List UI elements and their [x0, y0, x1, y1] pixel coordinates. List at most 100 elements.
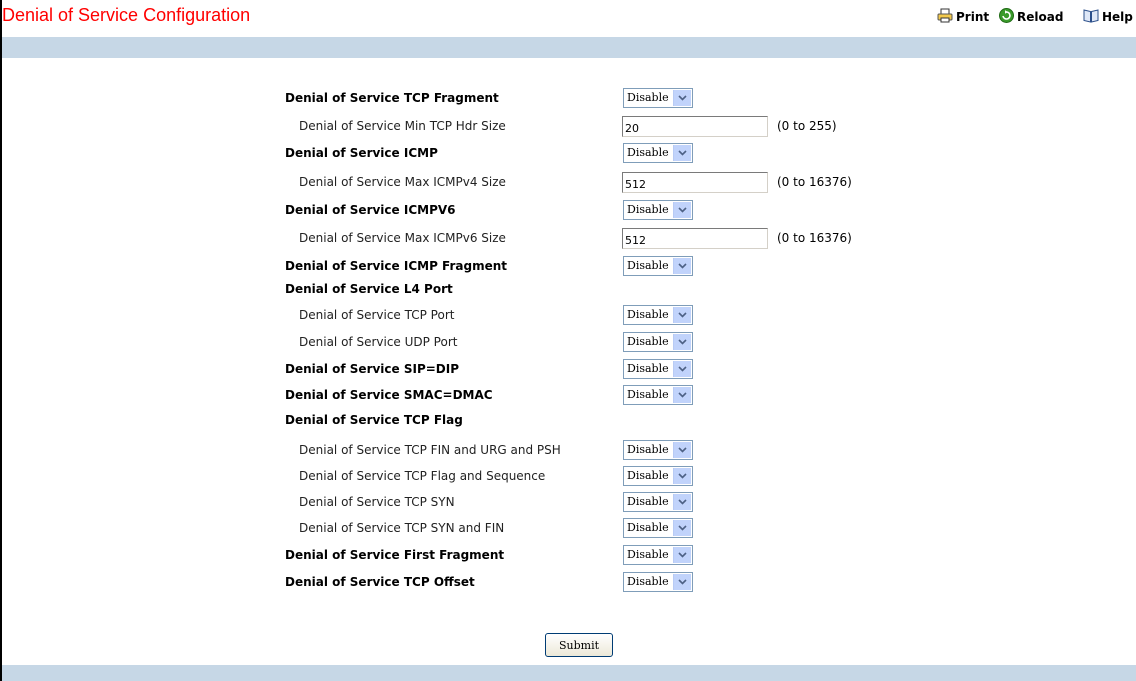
select-value: Disable [627, 575, 669, 588]
field-label: Denial of Service TCP Flag and Sequence [299, 469, 546, 483]
field-label: Denial of Service UDP Port [299, 335, 458, 349]
form-row: Denial of Service TCP Offset Disable [2, 570, 1136, 596]
chevron-down-icon[interactable] [672, 442, 691, 458]
field-label: Denial of Service ICMP Fragment [285, 259, 507, 273]
page-frame: Denial of Service Configuration Print Re… [0, 0, 1136, 681]
chevron-down-icon[interactable] [672, 202, 691, 218]
field-label: Denial of Service Min TCP Hdr Size [299, 119, 506, 133]
form-row: Denial of Service Max ICMPv4 Size (0 to 1… [2, 170, 1136, 196]
mode-select[interactable]: Disable [623, 200, 693, 220]
submit-button[interactable]: Submit [545, 633, 613, 657]
mode-select[interactable]: Disable [623, 572, 693, 592]
chevron-down-icon[interactable] [672, 307, 691, 323]
chevron-down-icon[interactable] [672, 258, 691, 274]
range-hint: (0 to 16376) [777, 231, 852, 245]
help-button[interactable]: Help [1083, 8, 1133, 26]
help-label: Help [1102, 10, 1133, 24]
form-row: Denial of Service L4 Port [2, 277, 1136, 303]
mode-select[interactable]: Disable [623, 359, 693, 379]
form-row: Denial of Service SIP=DIP Disable [2, 357, 1136, 383]
field-label: Denial of Service TCP FIN and URG and PS… [299, 443, 561, 457]
top-divider-bar [2, 37, 1136, 58]
field-label: Denial of Service TCP Flag [285, 413, 463, 427]
mode-select[interactable]: Disable [623, 545, 693, 565]
size-input[interactable] [622, 228, 768, 249]
form-row: Denial of Service ICMP Disable [2, 141, 1136, 167]
form-row: Denial of Service TCP Fragment Disable [2, 86, 1136, 112]
chevron-down-icon[interactable] [672, 494, 691, 510]
reload-label: Reload [1017, 10, 1064, 24]
chevron-down-icon[interactable] [672, 90, 691, 106]
form-row: Denial of Service TCP Port Disable [2, 303, 1136, 329]
select-value: Disable [627, 521, 669, 534]
mode-select[interactable]: Disable [623, 143, 693, 163]
form-row: Denial of Service TCP FIN and URG and PS… [2, 438, 1136, 464]
select-value: Disable [627, 548, 669, 561]
chevron-down-icon[interactable] [672, 361, 691, 377]
field-label: Denial of Service TCP Fragment [285, 91, 499, 105]
mode-select[interactable]: Disable [623, 332, 693, 352]
reload-button[interactable]: Reload [999, 8, 1063, 26]
select-value: Disable [627, 469, 669, 482]
field-label: Denial of Service ICMPV6 [285, 203, 456, 217]
chevron-down-icon[interactable] [672, 520, 691, 536]
field-label: Denial of Service TCP SYN [299, 495, 455, 509]
select-value: Disable [627, 495, 669, 508]
reload-icon [999, 8, 1014, 26]
field-label: Denial of Service L4 Port [285, 282, 453, 296]
chevron-down-icon[interactable] [672, 547, 691, 563]
form-row: Denial of Service Min TCP Hdr Size (0 to … [2, 114, 1136, 140]
chevron-down-icon[interactable] [672, 145, 691, 161]
mode-select[interactable]: Disable [623, 492, 693, 512]
printer-icon [937, 8, 953, 26]
chevron-down-icon[interactable] [672, 468, 691, 484]
print-label: Print [956, 10, 990, 24]
size-input[interactable] [622, 172, 768, 193]
select-value: Disable [627, 146, 669, 159]
field-label: Denial of Service Max ICMPv6 Size [299, 231, 506, 245]
select-value: Disable [627, 388, 669, 401]
field-label: Denial of Service TCP SYN and FIN [299, 521, 505, 535]
select-value: Disable [627, 203, 669, 216]
mode-select[interactable]: Disable [623, 88, 693, 108]
form-row: Denial of Service TCP Flag and Sequence D… [2, 464, 1136, 490]
field-label: Denial of Service TCP Offset [285, 575, 475, 589]
mode-select[interactable]: Disable [623, 385, 693, 405]
form-row: Denial of Service ICMPV6 Disable [2, 198, 1136, 224]
form-row: Denial of Service First Fragment Disable [2, 543, 1136, 569]
chevron-down-icon[interactable] [672, 334, 691, 350]
help-book-icon [1083, 8, 1099, 26]
print-button[interactable]: Print [937, 8, 989, 26]
field-label: Denial of Service Max ICMPv4 Size [299, 175, 506, 189]
range-hint: (0 to 255) [777, 119, 837, 133]
form-row: Denial of Service TCP Flag [2, 408, 1136, 434]
mode-select[interactable]: Disable [623, 256, 693, 276]
size-input[interactable] [622, 116, 768, 137]
form-row: Denial of Service TCP SYN Disable [2, 490, 1136, 516]
form-row: Denial of Service Max ICMPv6 Size (0 to 1… [2, 226, 1136, 252]
select-value: Disable [627, 362, 669, 375]
mode-select[interactable]: Disable [623, 466, 693, 486]
select-value: Disable [627, 259, 669, 272]
select-value: Disable [627, 335, 669, 348]
form-row: Denial of Service UDP Port Disable [2, 330, 1136, 356]
chevron-down-icon[interactable] [672, 574, 691, 590]
title-bar: Denial of Service Configuration Print Re… [2, 0, 1136, 36]
field-label: Denial of Service TCP Port [299, 308, 455, 322]
range-hint: (0 to 16376) [777, 175, 852, 189]
select-value: Disable [627, 91, 669, 104]
field-label: Denial of Service ICMP [285, 146, 438, 160]
select-value: Disable [627, 308, 669, 321]
field-label: Denial of Service SIP=DIP [285, 362, 460, 376]
field-label: Denial of Service First Fragment [285, 548, 505, 562]
chevron-down-icon[interactable] [672, 387, 691, 403]
mode-select[interactable]: Disable [623, 440, 693, 460]
mode-select[interactable]: Disable [623, 305, 693, 325]
form-row: Denial of Service TCP SYN and FIN Disable [2, 516, 1136, 542]
bottom-divider-bar [2, 665, 1136, 681]
mode-select[interactable]: Disable [623, 518, 693, 538]
page-title: Denial of Service Configuration [2, 5, 251, 25]
select-value: Disable [627, 443, 669, 456]
form-row: Denial of Service SMAC=DMAC Disable [2, 383, 1136, 409]
field-label: Denial of Service SMAC=DMAC [285, 388, 493, 402]
